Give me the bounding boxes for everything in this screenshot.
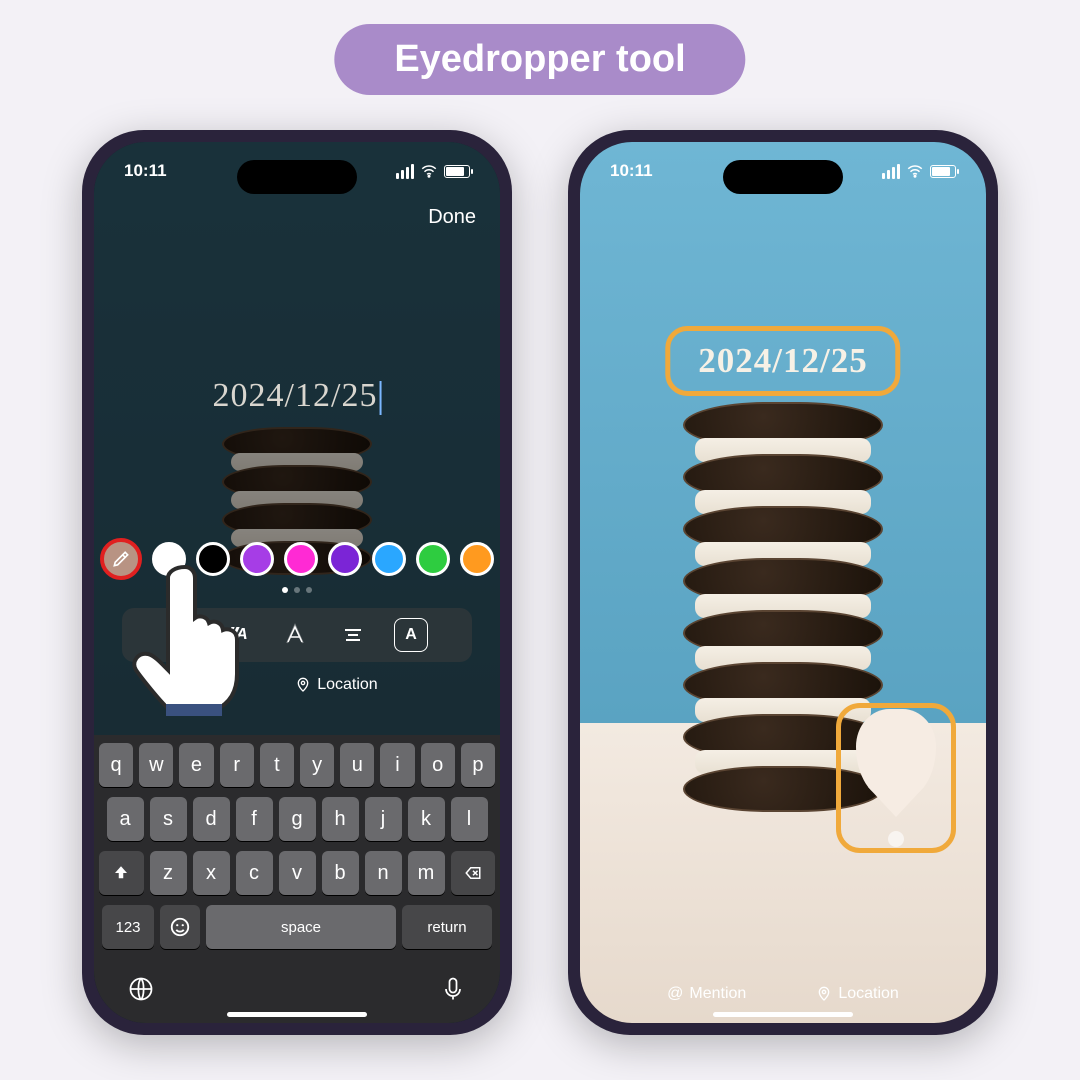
key-r[interactable]: r <box>220 743 254 787</box>
battery-icon <box>444 165 470 178</box>
at-icon: @ <box>667 985 683 1003</box>
cellular-icon <box>882 164 900 179</box>
cellular-icon <box>396 164 414 179</box>
eyedropper-result-highlight <box>836 703 956 853</box>
key-v[interactable]: v <box>279 851 316 895</box>
key-j[interactable]: j <box>365 797 402 841</box>
key-q[interactable]: q <box>99 743 133 787</box>
key-return[interactable]: return <box>402 905 492 949</box>
story-preview-screen: 10:11 2024/12/25 <box>580 142 986 1023</box>
color-swatch-blue[interactable] <box>372 542 406 576</box>
key-e[interactable]: e <box>179 743 213 787</box>
key-f[interactable]: f <box>236 797 273 841</box>
key-o[interactable]: o <box>421 743 455 787</box>
key-shift[interactable] <box>99 851 144 895</box>
key-w[interactable]: w <box>139 743 173 787</box>
status-time: 10:11 <box>124 161 167 181</box>
key-s[interactable]: s <box>150 797 187 841</box>
globe-icon[interactable] <box>127 975 155 1003</box>
wifi-icon <box>906 162 924 180</box>
bottom-tag-row: @ Mention Location <box>580 985 986 1003</box>
key-i[interactable]: i <box>380 743 414 787</box>
page-title-banner: Eyedropper tool <box>334 24 745 95</box>
key-h[interactable]: h <box>322 797 359 841</box>
key-123[interactable]: 123 <box>102 905 154 949</box>
location-button[interactable]: Location <box>816 985 899 1003</box>
tap-hand-cursor <box>130 552 270 722</box>
key-a[interactable]: a <box>107 797 144 841</box>
key-space[interactable]: space <box>206 905 396 949</box>
key-emoji[interactable] <box>160 905 200 949</box>
key-l[interactable]: l <box>451 797 488 841</box>
key-d[interactable]: d <box>193 797 230 841</box>
pin-handle[interactable] <box>888 831 904 847</box>
battery-icon <box>930 165 956 178</box>
text-sticker[interactable]: 2024/12/25 <box>213 377 382 415</box>
key-t[interactable]: t <box>260 743 294 787</box>
location-pin-icon <box>295 677 311 693</box>
backspace-icon <box>462 864 484 882</box>
key-backspace[interactable] <box>451 851 496 895</box>
location-button[interactable]: Location <box>295 676 378 694</box>
color-swatch-green[interactable] <box>416 542 450 576</box>
phone-right: 10:11 2024/12/25 <box>568 130 998 1035</box>
emoji-icon <box>169 916 191 938</box>
mention-button[interactable]: @ Mention <box>667 985 746 1003</box>
key-z[interactable]: z <box>150 851 187 895</box>
phone-left: 10:11 Done 2024/12/25 <box>82 130 512 1035</box>
key-x[interactable]: x <box>193 851 230 895</box>
key-u[interactable]: u <box>340 743 374 787</box>
align-button[interactable] <box>336 618 370 652</box>
key-c[interactable]: c <box>236 851 273 895</box>
text-bg-button[interactable]: A <box>394 618 428 652</box>
key-y[interactable]: y <box>300 743 334 787</box>
page-dots <box>282 587 312 593</box>
key-row-2: a s d f g h j k l <box>99 797 495 841</box>
date-sticker[interactable]: 2024/12/25 <box>698 341 867 381</box>
key-row-3: z x c v b n m <box>99 851 495 895</box>
key-row-4: 123 space return <box>99 905 495 949</box>
key-m[interactable]: m <box>408 851 445 895</box>
color-swatch-violet[interactable] <box>328 542 362 576</box>
story-editor-screen: 10:11 Done 2024/12/25 <box>94 142 500 1023</box>
key-row-1: q w e r t y u i o p <box>99 743 495 787</box>
key-n[interactable]: n <box>365 851 402 895</box>
key-g[interactable]: g <box>279 797 316 841</box>
color-swatch-orange[interactable] <box>460 542 494 576</box>
ios-keyboard: q w e r t y u i o p a s d <box>94 735 500 1023</box>
dynamic-island <box>723 160 843 194</box>
key-p[interactable]: p <box>461 743 495 787</box>
color-swatch-pink[interactable] <box>284 542 318 576</box>
wifi-icon <box>420 162 438 180</box>
home-indicator[interactable] <box>227 1012 367 1017</box>
done-button[interactable]: Done <box>428 206 476 229</box>
text-effect-button[interactable] <box>278 618 312 652</box>
eyedropper-icon <box>111 549 131 569</box>
key-b[interactable]: b <box>322 851 359 895</box>
dynamic-island <box>237 160 357 194</box>
date-sticker-highlight: 2024/12/25 <box>665 326 900 396</box>
shift-icon <box>112 864 130 882</box>
color-pin-icon[interactable] <box>856 709 936 799</box>
text-caret <box>379 381 381 415</box>
status-time: 10:11 <box>610 161 653 181</box>
home-indicator[interactable] <box>713 1012 853 1017</box>
key-k[interactable]: k <box>408 797 445 841</box>
mic-icon[interactable] <box>439 975 467 1003</box>
location-pin-icon <box>816 986 832 1002</box>
